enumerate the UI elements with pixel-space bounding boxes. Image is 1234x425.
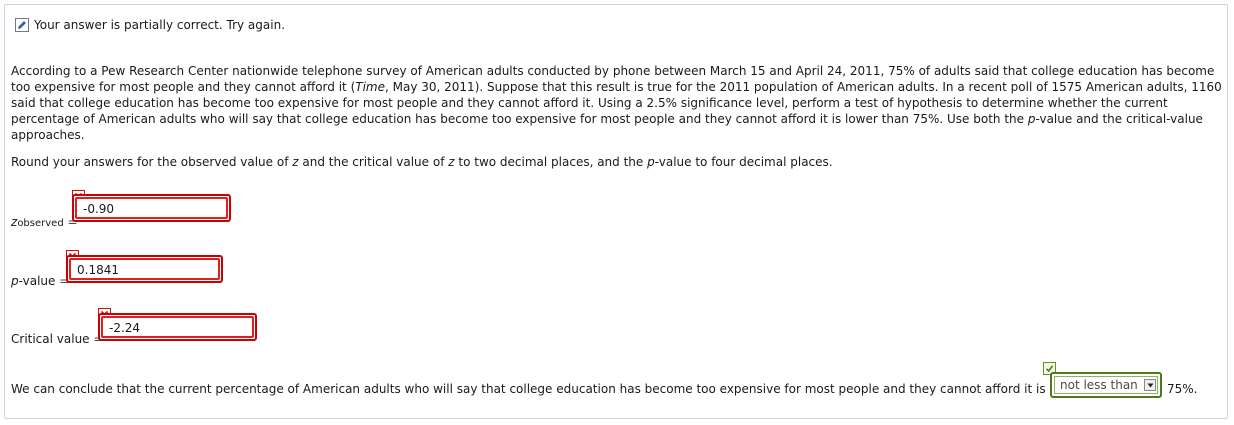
z-subscript: observed <box>17 218 64 229</box>
instr-part-2: and the critical value of <box>298 155 449 169</box>
conclusion-select[interactable]: not less than <box>1050 372 1162 398</box>
question-text: According to a Pew Research Center natio… <box>11 63 1223 143</box>
conclusion-select-inner[interactable]: not less than <box>1054 376 1158 394</box>
p-value-field[interactable] <box>66 255 223 283</box>
conclusion-select-value: not less than <box>1060 378 1138 392</box>
z-observed-field[interactable] <box>72 194 231 222</box>
instr-part-4: -value to four decimal places. <box>654 155 833 169</box>
instr-part-1: Round your answers for the observed valu… <box>11 155 293 169</box>
z-observed-label: zobserved = <box>11 215 78 229</box>
question-source: Time <box>355 80 385 94</box>
chevron-down-icon[interactable] <box>1144 379 1156 391</box>
critical-value-label: Critical value = <box>11 332 103 346</box>
instr-p: p <box>647 155 655 169</box>
status-bar: Your answer is partially correct. Try ag… <box>15 15 285 35</box>
instr-part-3: to two decimal places, and the <box>454 155 648 169</box>
conclusion-tail: 75%. <box>1167 382 1198 396</box>
p-value-input[interactable] <box>77 263 197 277</box>
critical-value-field[interactable] <box>98 313 257 341</box>
status-message: Your answer is partially correct. Try ag… <box>34 18 286 32</box>
critical-value-input[interactable] <box>109 321 229 335</box>
p-symbol: p <box>11 274 19 288</box>
p-value-label-rest: -value <box>18 274 56 288</box>
critical-value-label-text: Critical value <box>11 332 90 346</box>
p-value-label: p-value = <box>11 274 69 288</box>
z-observed-input[interactable] <box>83 202 203 216</box>
conclusion-text: We can conclude that the current percent… <box>11 382 1046 396</box>
pencil-icon <box>15 18 29 32</box>
rounding-instructions: Round your answers for the observed valu… <box>11 155 833 169</box>
